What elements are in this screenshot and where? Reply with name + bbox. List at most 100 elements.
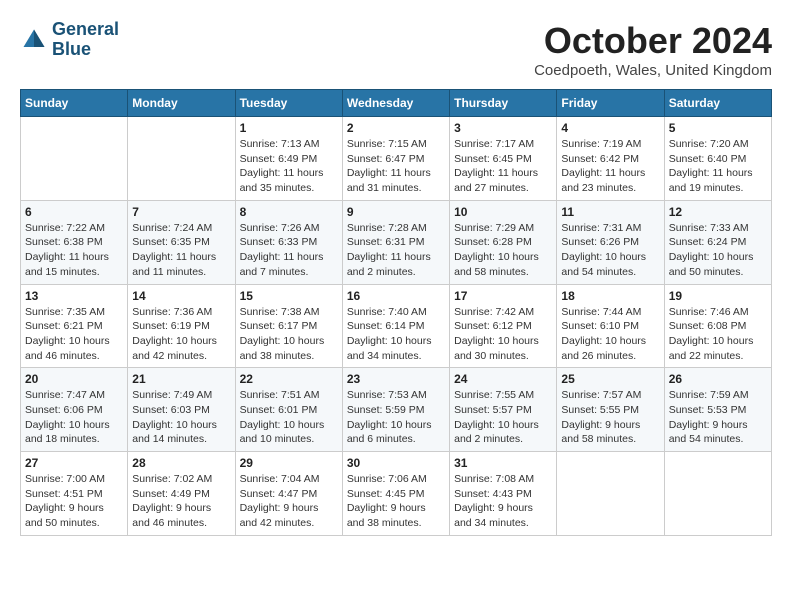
day-number: 30 [347,456,445,470]
day-info: Sunrise: 7:29 AM Sunset: 6:28 PM Dayligh… [454,221,552,280]
day-number: 10 [454,205,552,219]
day-info: Sunrise: 7:20 AM Sunset: 6:40 PM Dayligh… [669,137,767,196]
calendar-cell: 20 Sunrise: 7:47 AM Sunset: 6:06 PM Dayli… [21,368,128,452]
day-number: 22 [240,372,338,386]
calendar-week-row: 1 Sunrise: 7:13 AM Sunset: 6:49 PM Daylig… [21,117,772,201]
day-number: 28 [132,456,230,470]
day-info: Sunrise: 7:55 AM Sunset: 5:57 PM Dayligh… [454,388,552,447]
calendar-cell [21,117,128,201]
day-info: Sunrise: 7:33 AM Sunset: 6:24 PM Dayligh… [669,221,767,280]
day-number: 21 [132,372,230,386]
logo-text: General Blue [52,20,119,60]
day-number: 4 [561,121,659,135]
calendar-cell: 12 Sunrise: 7:33 AM Sunset: 6:24 PM Dayli… [664,200,771,284]
day-info: Sunrise: 7:22 AM Sunset: 6:38 PM Dayligh… [25,221,123,280]
day-info: Sunrise: 7:59 AM Sunset: 5:53 PM Dayligh… [669,388,767,447]
day-info: Sunrise: 7:15 AM Sunset: 6:47 PM Dayligh… [347,137,445,196]
calendar-cell: 25Sunrise: 7:57 AM Sunset: 5:55 PM Dayli… [557,368,664,452]
day-number: 11 [561,205,659,219]
calendar-cell: 3 Sunrise: 7:17 AM Sunset: 6:45 PM Daylig… [450,117,557,201]
day-info: Sunrise: 7:28 AM Sunset: 6:31 PM Dayligh… [347,221,445,280]
weekday-tuesday: Tuesday [235,90,342,117]
calendar-cell: 22Sunrise: 7:51 AM Sunset: 6:01 PM Dayli… [235,368,342,452]
day-info: Sunrise: 7:08 AM Sunset: 4:43 PM Dayligh… [454,472,552,531]
day-number: 19 [669,289,767,303]
day-info: Sunrise: 7:17 AM Sunset: 6:45 PM Dayligh… [454,137,552,196]
calendar-cell [128,117,235,201]
weekday-wednesday: Wednesday [342,90,449,117]
calendar-cell: 13 Sunrise: 7:35 AM Sunset: 6:21 PM Dayli… [21,284,128,368]
day-number: 23 [347,372,445,386]
day-number: 13 [25,289,123,303]
logo-line2: Blue [52,39,91,59]
calendar-cell: 10 Sunrise: 7:29 AM Sunset: 6:28 PM Dayli… [450,200,557,284]
weekday-friday: Friday [557,90,664,117]
day-info: Sunrise: 7:13 AM Sunset: 6:49 PM Dayligh… [240,137,338,196]
day-number: 14 [132,289,230,303]
day-number: 18 [561,289,659,303]
calendar-cell: 31Sunrise: 7:08 AM Sunset: 4:43 PM Dayli… [450,452,557,536]
calendar-week-row: 6Sunrise: 7:22 AM Sunset: 6:38 PM Daylig… [21,200,772,284]
calendar-cell: 4 Sunrise: 7:19 AM Sunset: 6:42 PM Daylig… [557,117,664,201]
calendar-cell: 6Sunrise: 7:22 AM Sunset: 6:38 PM Daylig… [21,200,128,284]
calendar-cell: 15 Sunrise: 7:38 AM Sunset: 6:17 PM Dayli… [235,284,342,368]
day-info: Sunrise: 7:47 AM Sunset: 6:06 PM Dayligh… [25,388,123,447]
calendar-week-row: 20 Sunrise: 7:47 AM Sunset: 6:06 PM Dayli… [21,368,772,452]
day-number: 5 [669,121,767,135]
calendar-cell: 21 Sunrise: 7:49 AM Sunset: 6:03 PM Dayli… [128,368,235,452]
month-title: October 2024 [534,20,772,62]
day-number: 25 [561,372,659,386]
calendar-header: SundayMondayTuesdayWednesdayThursdayFrid… [21,90,772,117]
day-info: Sunrise: 7:26 AM Sunset: 6:33 PM Dayligh… [240,221,338,280]
weekday-saturday: Saturday [664,90,771,117]
day-info: Sunrise: 7:42 AM Sunset: 6:12 PM Dayligh… [454,305,552,364]
calendar-cell: 18 Sunrise: 7:44 AM Sunset: 6:10 PM Dayli… [557,284,664,368]
calendar-cell: 28 Sunrise: 7:02 AM Sunset: 4:49 PM Dayli… [128,452,235,536]
day-info: Sunrise: 7:24 AM Sunset: 6:35 PM Dayligh… [132,221,230,280]
day-number: 15 [240,289,338,303]
day-info: Sunrise: 7:49 AM Sunset: 6:03 PM Dayligh… [132,388,230,447]
calendar-week-row: 27Sunrise: 7:00 AM Sunset: 4:51 PM Dayli… [21,452,772,536]
day-info: Sunrise: 7:38 AM Sunset: 6:17 PM Dayligh… [240,305,338,364]
logo: General Blue [20,20,119,60]
day-number: 12 [669,205,767,219]
day-info: Sunrise: 7:04 AM Sunset: 4:47 PM Dayligh… [240,472,338,531]
calendar-cell: 8Sunrise: 7:26 AM Sunset: 6:33 PM Daylig… [235,200,342,284]
calendar-cell: 29 Sunrise: 7:04 AM Sunset: 4:47 PM Dayli… [235,452,342,536]
weekday-header-row: SundayMondayTuesdayWednesdayThursdayFrid… [21,90,772,117]
day-number: 9 [347,205,445,219]
calendar-cell: 5 Sunrise: 7:20 AM Sunset: 6:40 PM Daylig… [664,117,771,201]
logo-line1: General [52,19,119,39]
page-header: General Blue October 2024 Coedpoeth, Wal… [20,20,772,79]
day-number: 17 [454,289,552,303]
day-info: Sunrise: 7:40 AM Sunset: 6:14 PM Dayligh… [347,305,445,364]
calendar-table: SundayMondayTuesdayWednesdayThursdayFrid… [20,89,772,536]
day-number: 24 [454,372,552,386]
calendar-cell: 19 Sunrise: 7:46 AM Sunset: 6:08 PM Dayli… [664,284,771,368]
weekday-thursday: Thursday [450,90,557,117]
title-section: October 2024 Coedpoeth, Wales, United Ki… [534,20,772,79]
day-info: Sunrise: 7:02 AM Sunset: 4:49 PM Dayligh… [132,472,230,531]
day-number: 29 [240,456,338,470]
day-number: 1 [240,121,338,135]
day-info: Sunrise: 7:46 AM Sunset: 6:08 PM Dayligh… [669,305,767,364]
calendar-week-row: 13 Sunrise: 7:35 AM Sunset: 6:21 PM Dayli… [21,284,772,368]
calendar-cell: 27Sunrise: 7:00 AM Sunset: 4:51 PM Dayli… [21,452,128,536]
calendar-cell: 14Sunrise: 7:36 AM Sunset: 6:19 PM Dayli… [128,284,235,368]
day-info: Sunrise: 7:31 AM Sunset: 6:26 PM Dayligh… [561,221,659,280]
calendar-cell: 1 Sunrise: 7:13 AM Sunset: 6:49 PM Daylig… [235,117,342,201]
calendar-cell: 17 Sunrise: 7:42 AM Sunset: 6:12 PM Dayli… [450,284,557,368]
day-info: Sunrise: 7:35 AM Sunset: 6:21 PM Dayligh… [25,305,123,364]
day-number: 3 [454,121,552,135]
weekday-sunday: Sunday [21,90,128,117]
day-info: Sunrise: 7:19 AM Sunset: 6:42 PM Dayligh… [561,137,659,196]
weekday-monday: Monday [128,90,235,117]
day-number: 7 [132,205,230,219]
day-number: 20 [25,372,123,386]
calendar-cell [557,452,664,536]
calendar-cell: 24 Sunrise: 7:55 AM Sunset: 5:57 PM Dayli… [450,368,557,452]
calendar-cell: 11 Sunrise: 7:31 AM Sunset: 6:26 PM Dayli… [557,200,664,284]
day-number: 26 [669,372,767,386]
day-info: Sunrise: 7:44 AM Sunset: 6:10 PM Dayligh… [561,305,659,364]
calendar-cell: 7 Sunrise: 7:24 AM Sunset: 6:35 PM Daylig… [128,200,235,284]
